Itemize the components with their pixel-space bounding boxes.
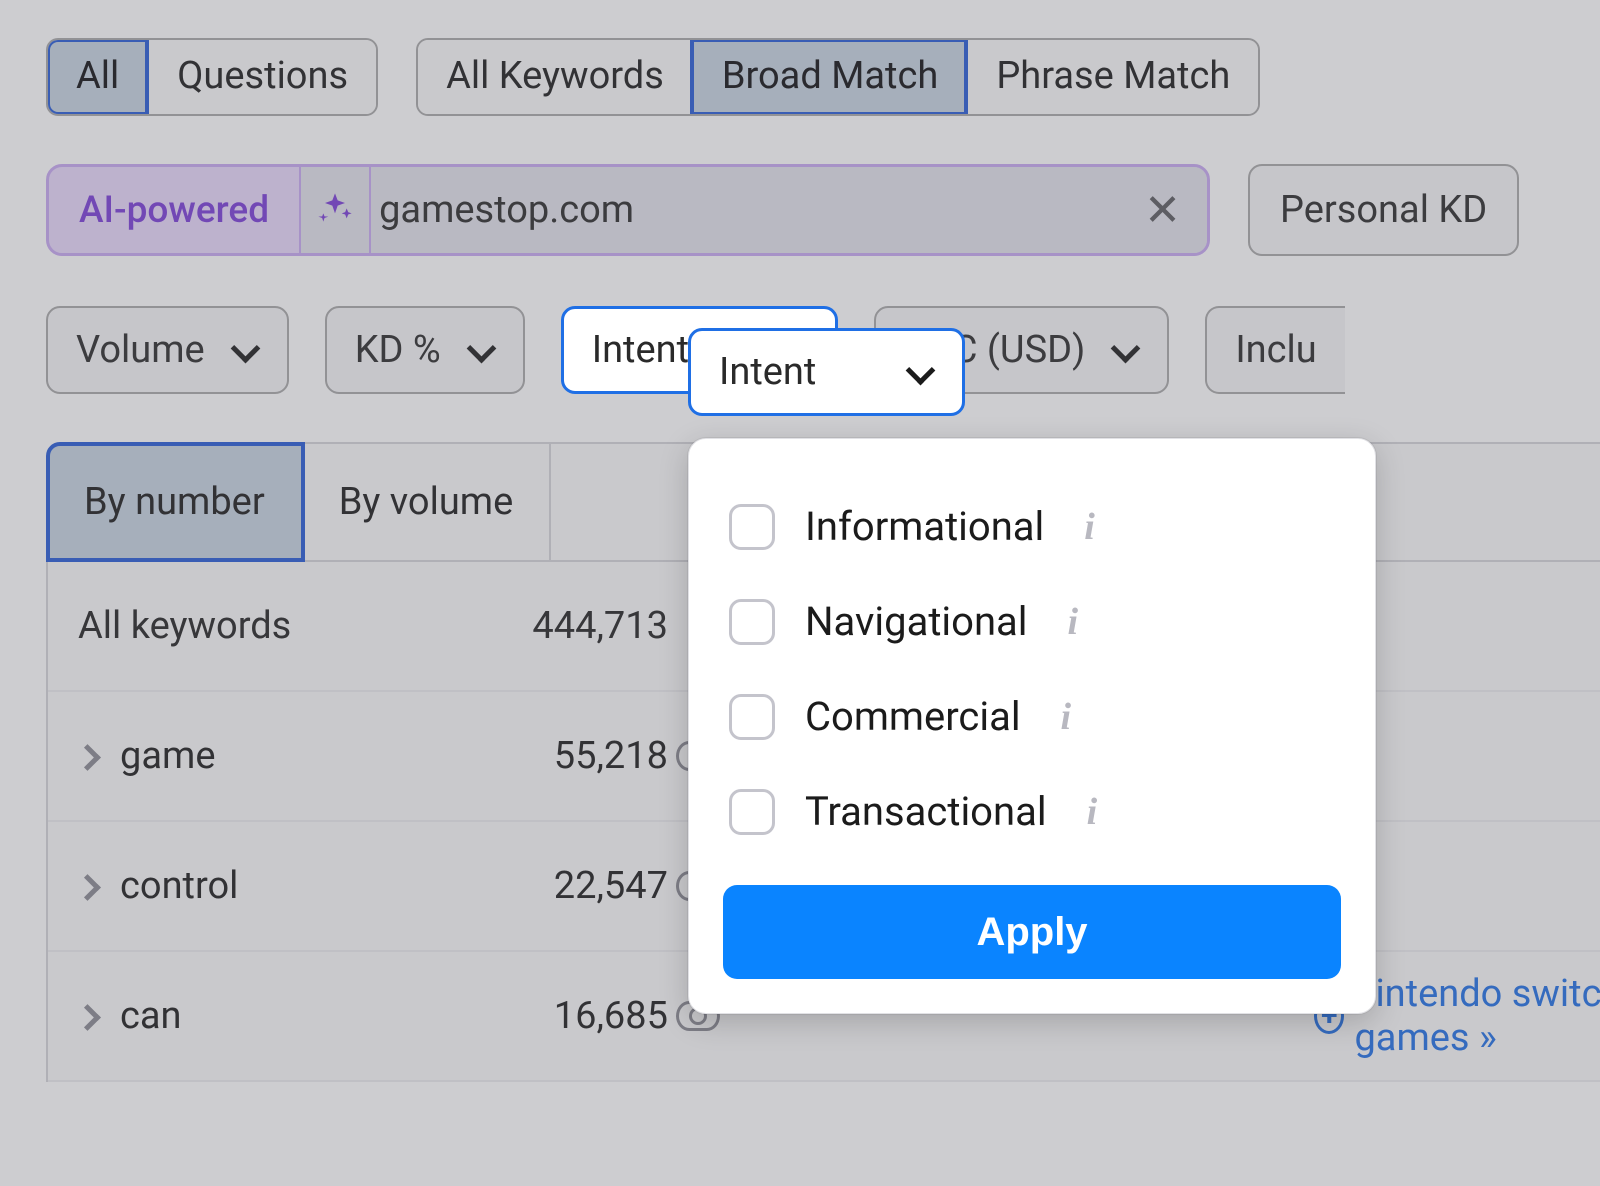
info-icon[interactable]: i	[1087, 790, 1098, 834]
apply-button[interactable]: Apply	[723, 885, 1341, 979]
tab-all[interactable]: All	[48, 40, 147, 114]
checkbox[interactable]	[729, 599, 775, 645]
table-header-label: All keywords	[78, 604, 291, 648]
intent-option-informational[interactable]: Informational i	[723, 479, 1341, 574]
keyword-count: 16,685	[448, 994, 668, 1038]
chevron-down-icon	[231, 336, 259, 364]
filter-volume[interactable]: Volume	[46, 306, 289, 394]
intent-option-transactional[interactable]: Transactional i	[723, 764, 1341, 859]
tab-broad-match[interactable]: Broad Match	[692, 40, 966, 114]
filter-intent-raised[interactable]: Intent	[688, 328, 965, 416]
chevron-right-icon[interactable]	[78, 875, 100, 897]
keyword-count: 22,547	[448, 864, 668, 908]
ai-powered-chip: AI-powered gamestop.com ✕	[46, 164, 1210, 256]
top-tab-row: All Questions All Keywords Broad Match P…	[46, 38, 1600, 116]
tab-phrase-match[interactable]: Phrase Match	[966, 40, 1258, 114]
chevron-down-icon	[906, 358, 934, 386]
filter-kd[interactable]: KD %	[325, 306, 525, 394]
ai-chip-row: AI-powered gamestop.com ✕ Personal KD	[46, 164, 1600, 256]
chevron-right-icon[interactable]	[78, 745, 100, 767]
chevron-down-icon	[1111, 336, 1139, 364]
info-icon[interactable]: i	[1068, 600, 1079, 644]
panel-tab-by-number[interactable]: By number	[48, 444, 303, 560]
keyword-text: game	[120, 734, 215, 778]
chevron-down-icon	[467, 336, 495, 364]
ai-domain-text: gamestop.com	[379, 188, 634, 232]
info-icon[interactable]: i	[1061, 695, 1072, 739]
ai-domain-pill[interactable]: gamestop.com ✕	[371, 167, 1207, 253]
tab-all-keywords[interactable]: All Keywords	[418, 40, 692, 114]
tab-group-match: All Keywords Broad Match Phrase Match	[416, 38, 1260, 116]
close-icon[interactable]: ✕	[1144, 184, 1181, 236]
intent-option-navigational[interactable]: Navigational i	[723, 574, 1341, 669]
info-icon[interactable]: i	[1084, 505, 1095, 549]
filter-include[interactable]: Inclu	[1205, 306, 1344, 394]
tab-group-scope: All Questions	[46, 38, 378, 116]
keyword-text: control	[120, 864, 238, 908]
table-header-count: 444,713	[448, 604, 668, 648]
intent-option-commercial[interactable]: Commercial i	[723, 669, 1341, 764]
personal-kd-button[interactable]: Personal KD	[1248, 164, 1519, 256]
sparkle-icon	[301, 167, 371, 253]
checkbox[interactable]	[729, 789, 775, 835]
panel-tab-by-volume[interactable]: By volume	[303, 444, 552, 560]
keyword-text: can	[120, 994, 182, 1038]
intent-popover: Informational i Navigational i Commercia…	[688, 438, 1376, 1014]
ai-powered-label: AI-powered	[49, 189, 299, 232]
chevron-right-icon[interactable]	[78, 1005, 100, 1027]
checkbox[interactable]	[729, 504, 775, 550]
tab-questions[interactable]: Questions	[147, 40, 376, 114]
checkbox[interactable]	[729, 694, 775, 740]
keyword-count: 55,218	[448, 734, 668, 778]
